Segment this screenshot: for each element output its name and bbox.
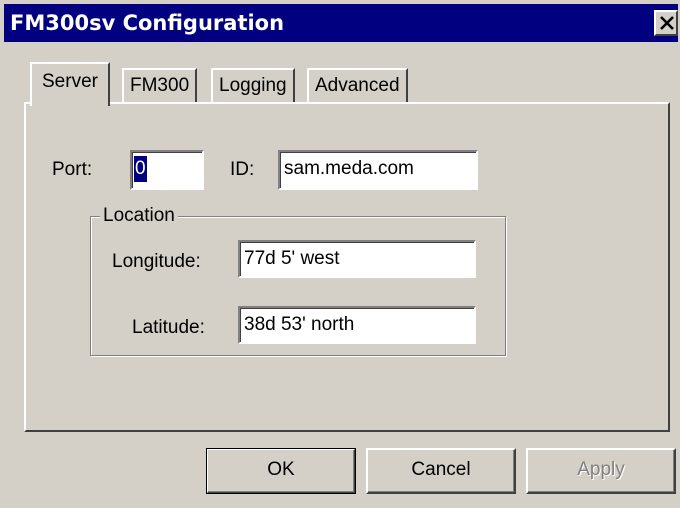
ok-button[interactable]: OK [206, 448, 356, 494]
cancel-button[interactable]: Cancel [366, 448, 516, 494]
longitude-label: Longitude: [112, 251, 201, 272]
close-button[interactable] [654, 10, 678, 36]
apply-button[interactable]: Apply [526, 448, 676, 494]
close-icon [660, 16, 674, 30]
tab-advanced[interactable]: Advanced [307, 68, 408, 106]
longitude-input[interactable]: 77d 5' west [238, 240, 476, 278]
title-bar[interactable]: FM300sv Configuration [4, 4, 678, 42]
configuration-dialog: FM300sv Configuration Server FM300 Loggi… [0, 0, 680, 508]
tab-logging[interactable]: Logging [211, 68, 295, 106]
port-label: Port: [52, 159, 93, 180]
window-title: FM300sv Configuration [10, 11, 285, 35]
location-group-label: Location [100, 205, 178, 227]
id-label: ID: [230, 159, 255, 180]
latitude-input[interactable]: 38d 53' north [238, 306, 476, 344]
tab-fm300[interactable]: FM300 [122, 68, 198, 106]
port-value: 0 [134, 156, 147, 182]
tab-server[interactable]: Server [30, 62, 110, 106]
id-input[interactable]: sam.meda.com [278, 150, 478, 190]
port-input[interactable]: 0 [130, 150, 204, 190]
latitude-label: Latitude: [132, 317, 205, 338]
